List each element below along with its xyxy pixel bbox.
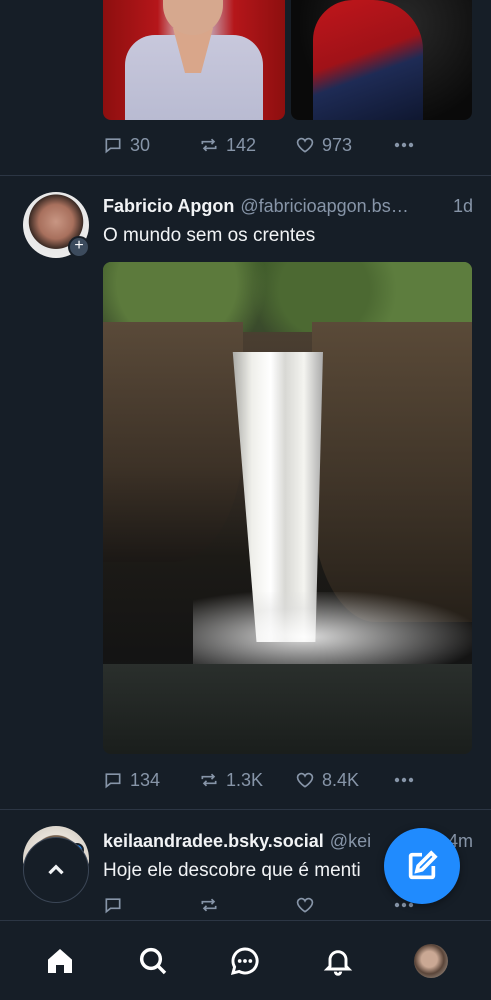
repost-count: 1.3K — [226, 769, 264, 790]
heart-icon — [296, 897, 314, 913]
feed: 30 142 973 + Fabricio Apgon @fabricioapg… — [0, 0, 491, 920]
tab-profile[interactable] — [403, 933, 459, 989]
post-image-waterfall[interactable] — [103, 262, 472, 754]
reply-button[interactable] — [103, 895, 199, 915]
like-button[interactable] — [295, 895, 392, 915]
heart-icon — [296, 137, 314, 153]
heart-icon — [296, 772, 314, 788]
post-actions: 30 142 973 — [103, 133, 416, 157]
home-icon — [48, 948, 73, 973]
tab-home[interactable] — [32, 933, 88, 989]
compose-icon — [408, 850, 438, 880]
tab-notifications[interactable] — [310, 933, 366, 989]
reply-count: 134 — [130, 769, 161, 790]
chat-icon — [231, 947, 260, 975]
like-count: 8.4K — [322, 769, 360, 790]
chevron-up-icon — [48, 864, 64, 875]
tab-chat[interactable] — [217, 933, 273, 989]
handle[interactable]: @fabricioapgon.bs… — [240, 196, 443, 217]
repost-icon — [201, 138, 217, 152]
reply-icon — [105, 898, 121, 914]
tab-search[interactable] — [125, 933, 181, 989]
follow-badge[interactable]: + — [68, 236, 90, 258]
display-name[interactable]: keilaandradee.bsky.social — [103, 831, 324, 852]
repost-button[interactable] — [199, 895, 295, 915]
post-divider — [0, 809, 491, 810]
display-name[interactable]: Fabricio Apgon — [103, 196, 234, 217]
bottom-tab-bar — [0, 920, 491, 1000]
post-image[interactable] — [290, 0, 472, 120]
more-icon — [394, 777, 414, 783]
reply-count: 30 — [130, 134, 151, 155]
post-text: Hoje ele descobre que é menti — [103, 860, 361, 881]
repost-button[interactable]: 142 — [199, 135, 295, 156]
timestamp[interactable]: 1d — [453, 196, 473, 217]
profile-avatar — [413, 943, 448, 978]
post-actions — [103, 893, 416, 917]
reply-icon — [105, 773, 121, 789]
more-icon — [394, 142, 414, 148]
repost-count: 142 — [226, 134, 257, 155]
like-button[interactable]: 973 — [295, 135, 392, 156]
post-header: Fabricio Apgon @fabricioapgon.bs… 1d — [103, 196, 473, 217]
more-options-button[interactable] — [392, 133, 416, 157]
post-text: O mundo sem os crentes — [103, 225, 316, 246]
notifications-icon — [323, 949, 353, 976]
compose-post-button[interactable] — [384, 828, 460, 904]
like-count: 973 — [322, 134, 353, 155]
repost-icon — [201, 773, 217, 787]
like-button[interactable]: 8.4K — [295, 770, 392, 791]
post-image[interactable] — [103, 0, 285, 120]
post-actions: 134 1.3K 8.4K — [103, 768, 416, 792]
scroll-to-top-button[interactable] — [23, 837, 89, 903]
reply-button[interactable]: 134 — [103, 770, 199, 791]
repost-icon — [201, 898, 217, 912]
reply-icon — [105, 138, 121, 154]
post-image-grid[interactable] — [103, 0, 472, 120]
post-divider — [0, 175, 491, 176]
repost-button[interactable]: 1.3K — [199, 770, 295, 791]
more-options-button[interactable] — [392, 768, 416, 792]
reply-button[interactable]: 30 — [103, 135, 199, 156]
search-icon — [139, 947, 167, 974]
